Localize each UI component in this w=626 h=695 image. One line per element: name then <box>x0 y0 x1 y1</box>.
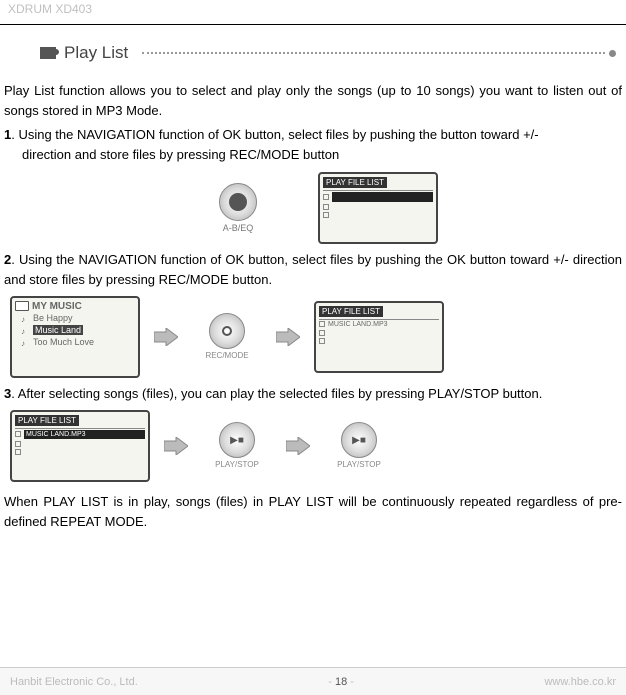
arrow-icon <box>286 436 310 456</box>
abeq-button-figure: A-B/EQ <box>198 183 278 233</box>
page-footer: Hanbit Electronic Co., Ltd. - 18 - www.h… <box>0 667 626 695</box>
playstop-button-figure: ▶■ PLAY/STOP <box>202 422 272 469</box>
intro-paragraph: Play List function allows you to select … <box>0 81 626 121</box>
song-3: Too Much Love <box>33 337 94 347</box>
step-1: 1. Using the NAVIGATION function of OK b… <box>0 125 626 165</box>
selected-file-highlight: MUSIC LAND.MP3 <box>24 430 145 439</box>
decorative-dot <box>609 50 616 57</box>
decorative-dotted-line <box>142 52 605 54</box>
arrow-icon <box>164 436 188 456</box>
step-1-text-b: direction and store files by pressing RE… <box>4 145 622 165</box>
footnote: When PLAY LIST is in play, songs (files)… <box>0 492 626 532</box>
song-2-selected: Music Land <box>33 325 83 335</box>
play-file-list-screen-3: PLAY FILE LIST MUSIC LAND.MP3 <box>10 410 150 482</box>
note-icon <box>21 326 31 334</box>
screen-title: PLAY FILE LIST <box>15 415 79 426</box>
folder-name: MY MUSIC <box>32 301 82 312</box>
song-1: Be Happy <box>33 313 73 323</box>
note-icon <box>21 338 31 346</box>
mymusic-screen: MY MUSIC Be Happy Music Land Too Much Lo… <box>10 296 140 378</box>
figure-row-3: PLAY FILE LIST MUSIC LAND.MP3 ▶■ PLAY/ST… <box>0 404 626 488</box>
figure-row-2: MY MUSIC Be Happy Music Land Too Much Lo… <box>0 290 626 384</box>
abeq-button-icon <box>219 183 257 221</box>
step-2: 2. Using the NAVIGATION function of OK b… <box>0 250 626 290</box>
arrow-icon <box>276 327 300 347</box>
arrow-icon <box>154 327 178 347</box>
page-number: 18 <box>335 676 347 688</box>
playlist-icon <box>40 47 56 59</box>
step-3: 3. After selecting songs (files), you ca… <box>0 384 626 404</box>
playstop-label: PLAY/STOP <box>215 460 259 469</box>
section-header: Play List <box>0 43 626 81</box>
page-suffix: - <box>347 676 354 688</box>
folder-icon <box>15 301 29 311</box>
footer-page: - 18 - <box>328 676 354 688</box>
footer-company: Hanbit Electronic Co., Ltd. <box>10 676 138 688</box>
footer-url: www.hbe.co.kr <box>544 676 616 688</box>
screen-title: PLAY FILE LIST <box>323 177 387 188</box>
abeq-label: A-B/EQ <box>223 223 254 233</box>
note-icon <box>21 314 31 322</box>
playstop-button-icon: ▶■ <box>219 422 255 458</box>
figure-row-1: A-B/EQ PLAY FILE LIST <box>0 166 626 250</box>
playstop-label: PLAY/STOP <box>337 460 381 469</box>
recmode-button-icon <box>209 313 245 349</box>
section-title: Play List <box>64 43 128 63</box>
step-1-text-a: . Using the NAVIGATION function of OK bu… <box>11 127 523 142</box>
product-header: XDRUM XD403 <box>0 0 626 24</box>
recmode-button-figure: REC/MODE <box>192 313 262 360</box>
step-2-text: . Using the NAVIGATION function of OK bu… <box>4 252 622 287</box>
play-file-list-screen: PLAY FILE LIST <box>318 172 438 244</box>
step-1-plusminus: +/- <box>523 127 539 142</box>
playstop-button-figure-2: ▶■ PLAY/STOP <box>324 422 394 469</box>
page-prefix: - <box>328 676 335 688</box>
playstop-button-icon: ▶■ <box>341 422 377 458</box>
selected-file: MUSIC LAND.MP3 <box>328 321 388 328</box>
play-file-list-screen-2: PLAY FILE LIST MUSIC LAND.MP3 <box>314 301 444 373</box>
step-3-text: . After selecting songs (files), you can… <box>11 386 542 401</box>
recmode-label: REC/MODE <box>205 351 248 360</box>
screen-title: PLAY FILE LIST <box>319 306 383 317</box>
header-divider <box>0 24 626 25</box>
